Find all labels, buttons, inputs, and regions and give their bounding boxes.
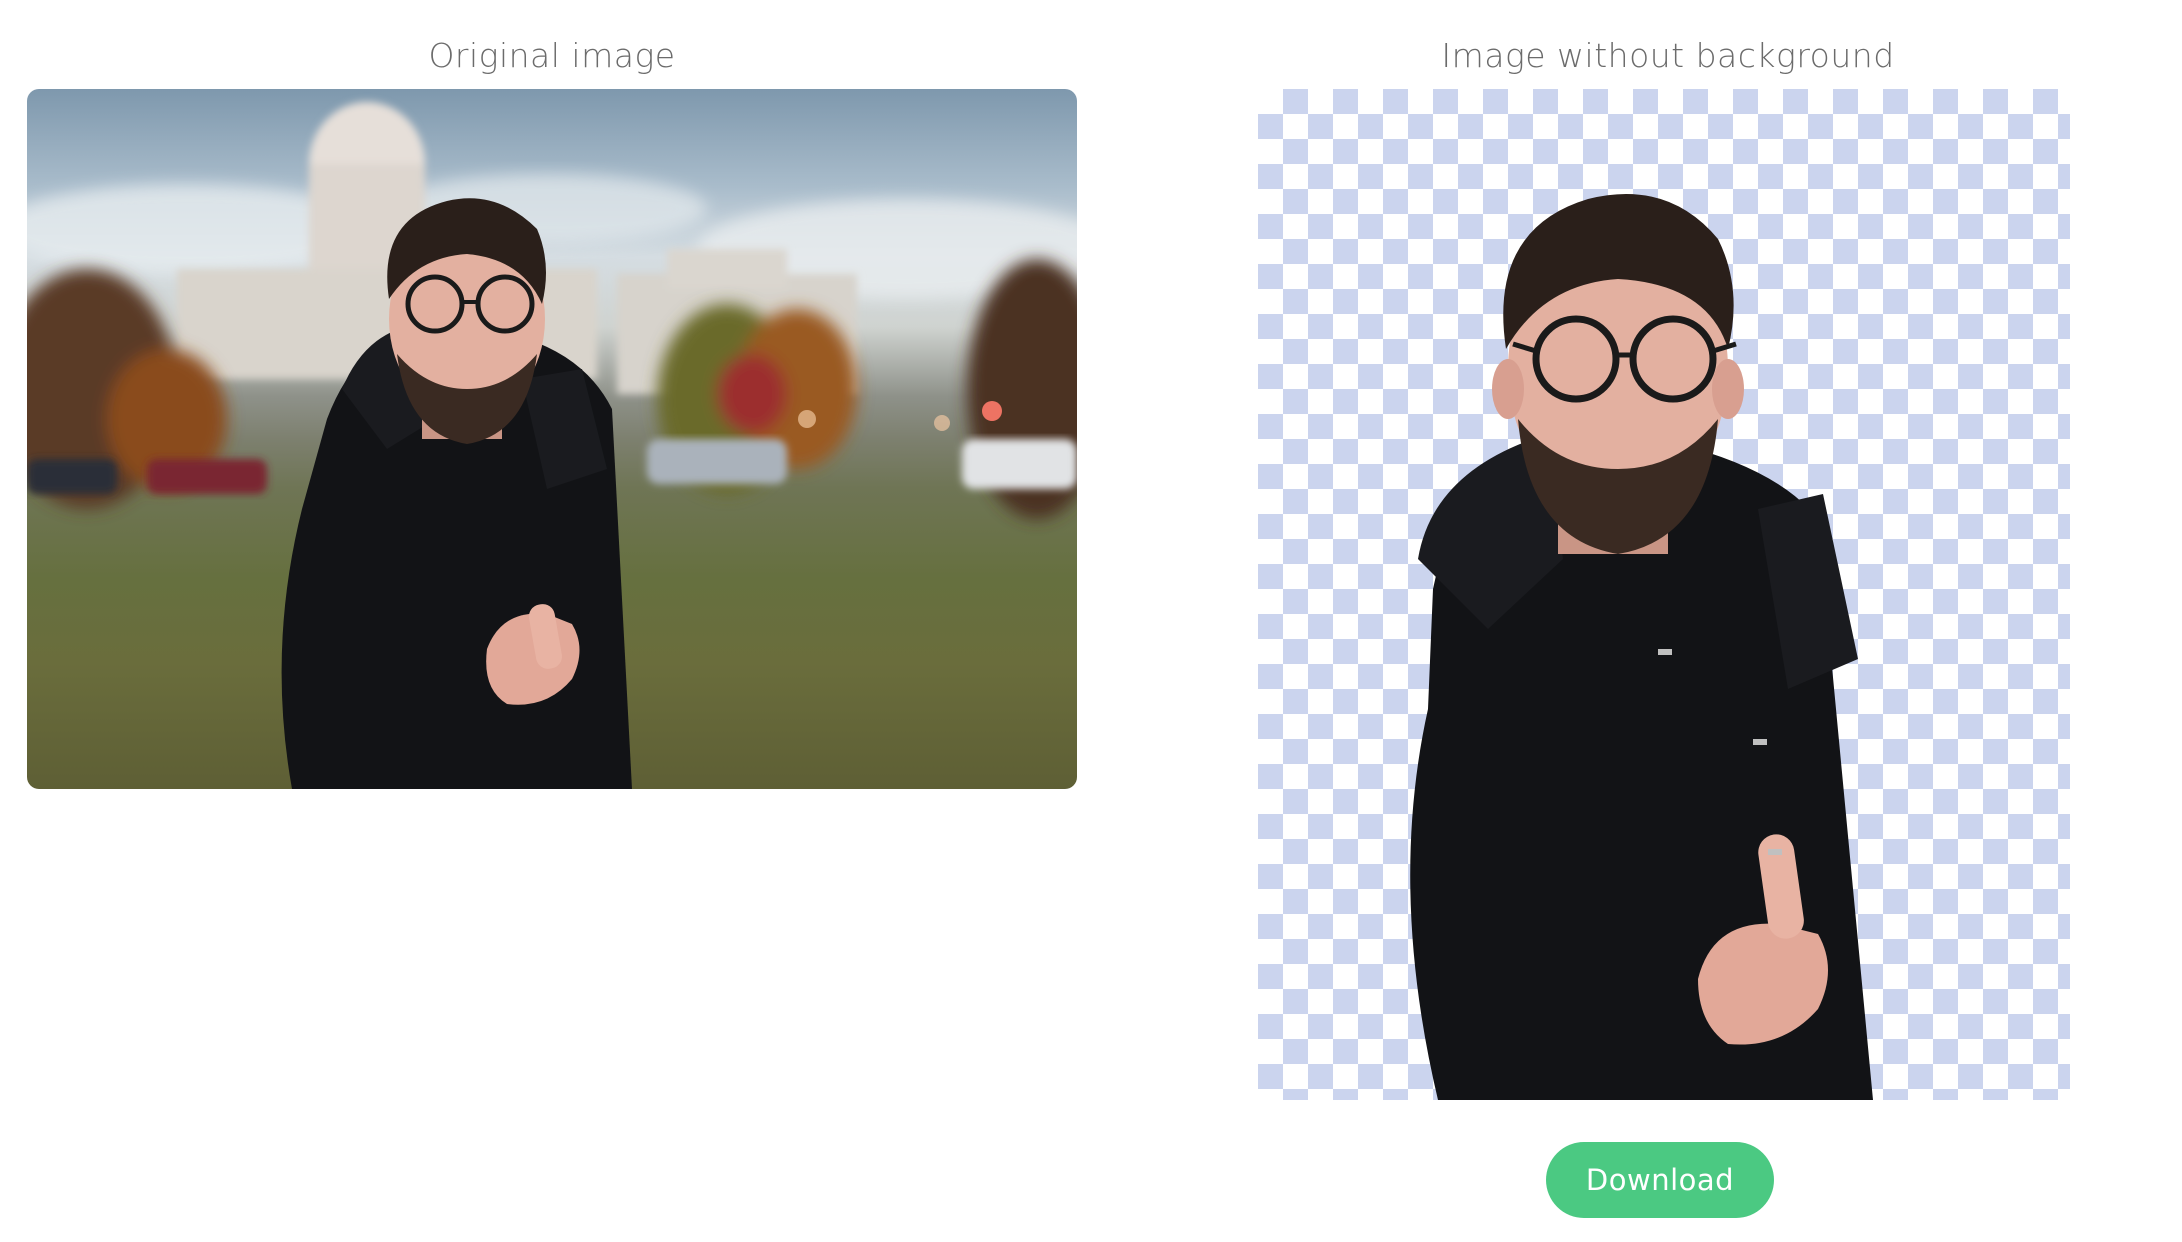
- result-image: [1258, 89, 2070, 1100]
- result-photo-icon: [1410, 194, 1873, 1100]
- original-image-title: Original image: [428, 36, 676, 75]
- result-image-title: Image without background: [1441, 36, 1895, 75]
- original-photo-icon: [27, 102, 1077, 789]
- original-image: [27, 89, 1077, 789]
- download-button[interactable]: Download: [1546, 1142, 1774, 1218]
- background-removal-result: Original image Image without background: [0, 0, 2182, 1242]
